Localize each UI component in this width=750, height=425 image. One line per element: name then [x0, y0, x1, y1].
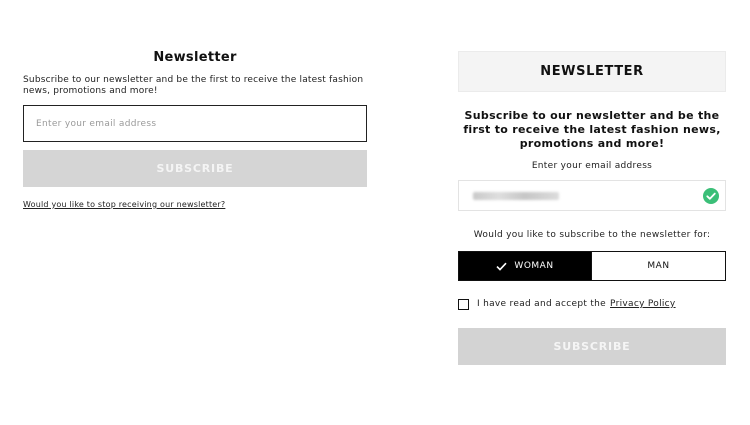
privacy-checkbox[interactable] — [458, 298, 469, 310]
checkmark-icon — [496, 262, 508, 271]
gender-selector: WOMAN MAN — [458, 251, 726, 281]
unsubscribe-link[interactable]: Would you like to stop receiving our new… — [23, 200, 225, 209]
newsletter-title: Newsletter — [153, 50, 237, 65]
woman-option-button[interactable]: WOMAN — [458, 251, 592, 281]
privacy-text: I have read and accept the — [477, 299, 607, 309]
newsletter-heading: Subscribe to our newsletter and be the f… — [463, 109, 721, 150]
man-option-label: MAN — [647, 261, 670, 271]
subscribe-button[interactable]: SUBSCRIBE — [23, 150, 367, 187]
man-option-button[interactable]: MAN — [592, 251, 726, 281]
privacy-policy-link[interactable]: Privacy Policy — [610, 299, 676, 309]
gender-question: Would you like to subscribe to the newsl… — [473, 230, 711, 240]
newsletter-page: Newsletter Subscribe to our newsletter a… — [0, 0, 750, 425]
check-circle-icon — [703, 188, 719, 204]
newsletter-description: Subscribe to our newsletter and be the f… — [23, 75, 364, 96]
email-label: Enter your email address — [531, 161, 653, 171]
subscribe-button-detailed[interactable]: SUBSCRIBE — [458, 328, 726, 365]
woman-option-label: WOMAN — [514, 261, 554, 271]
newsletter-form-simple: Newsletter Subscribe to our newsletter a… — [23, 48, 367, 211]
email-field[interactable]: •••••••••••••• — [458, 180, 726, 211]
newsletter-header: NEWSLETTER — [458, 51, 726, 92]
email-value-redacted: •••••••••••••• — [473, 192, 559, 200]
newsletter-form-detailed: NEWSLETTER Subscribe to our newsletter a… — [458, 51, 726, 365]
email-input[interactable] — [23, 105, 367, 142]
privacy-consent: I have read and accept the Privacy Polic… — [458, 297, 726, 311]
